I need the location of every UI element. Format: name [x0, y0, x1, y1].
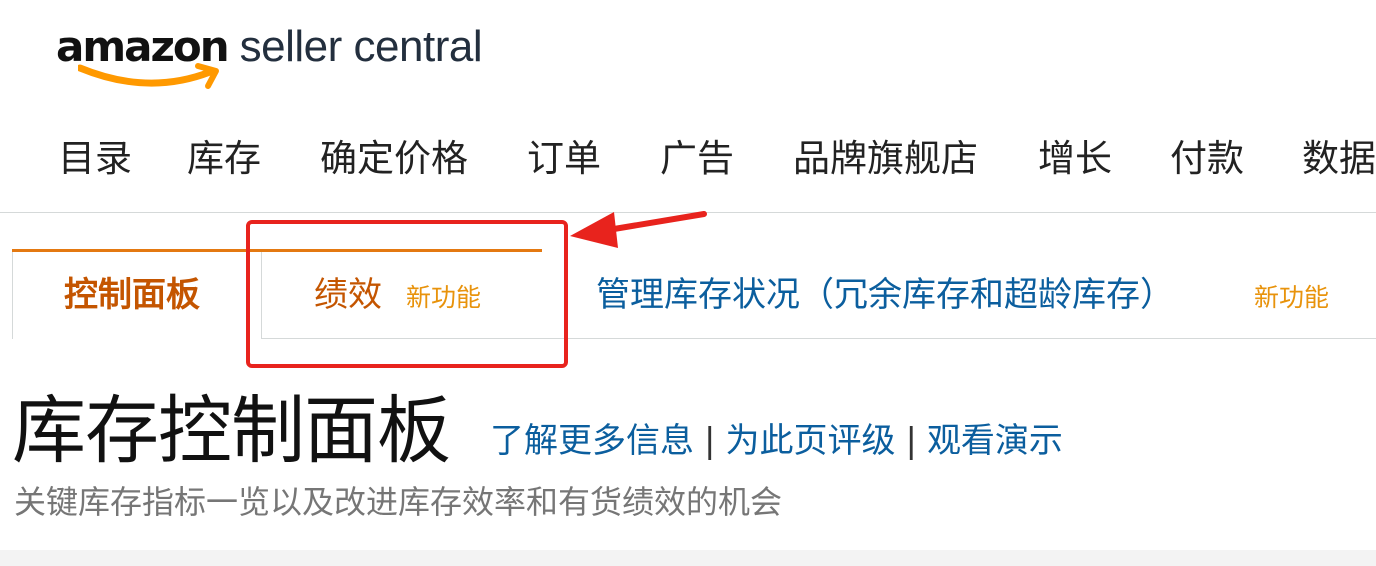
rate-this-page-link[interactable]: 为此页评级 — [725, 421, 895, 461]
tab-manage-inventory-health[interactable]: 管理库存状况（冗余库存和超龄库存） — [596, 270, 1174, 320]
nav-item-inventory[interactable]: 库存 — [187, 134, 261, 184]
link-separator: | — [905, 421, 917, 461]
page-title-links: 了解更多信息 | 为此页评级 | 观看演示 — [490, 416, 1063, 466]
arrow-left-icon — [570, 211, 707, 248]
page-bottom-strip — [0, 550, 1376, 566]
watch-demo-link[interactable]: 观看演示 — [927, 421, 1063, 461]
nav-item-payments[interactable]: 付款 — [1170, 134, 1244, 184]
new-feature-badge: 新功能 — [1254, 283, 1330, 312]
seller-central-page: amazon seller central 目录 库存 确定价格 订单 广告 品… — [0, 0, 1376, 566]
logo-seller-central-text: seller central — [239, 22, 483, 71]
link-separator: | — [704, 421, 716, 461]
learn-more-link[interactable]: 了解更多信息 — [490, 421, 694, 461]
main-navigation: 目录 库存 确定价格 订单 广告 品牌旗舰店 增长 付款 数据 — [0, 112, 1376, 213]
nav-item-stores[interactable]: 品牌旗舰店 — [793, 134, 978, 184]
amazon-seller-central-logo[interactable]: amazon seller central — [56, 22, 483, 92]
page-title: 库存控制面板 — [12, 388, 451, 474]
amazon-smile-icon — [78, 63, 219, 89]
highlight-box — [246, 220, 568, 368]
nav-item-pricing[interactable]: 确定价格 — [320, 134, 468, 184]
nav-item-reports[interactable]: 数据 — [1302, 134, 1376, 184]
nav-item-growth[interactable]: 增长 — [1038, 134, 1112, 184]
nav-item-orders[interactable]: 订单 — [527, 134, 601, 184]
tab-dashboard-label[interactable]: 控制面板 — [64, 270, 200, 320]
nav-item-catalog[interactable]: 目录 — [58, 134, 132, 184]
nav-item-advertising[interactable]: 广告 — [660, 134, 734, 184]
page-subtitle: 关键库存指标一览以及改进库存效率和有货绩效的机会 — [14, 483, 783, 521]
